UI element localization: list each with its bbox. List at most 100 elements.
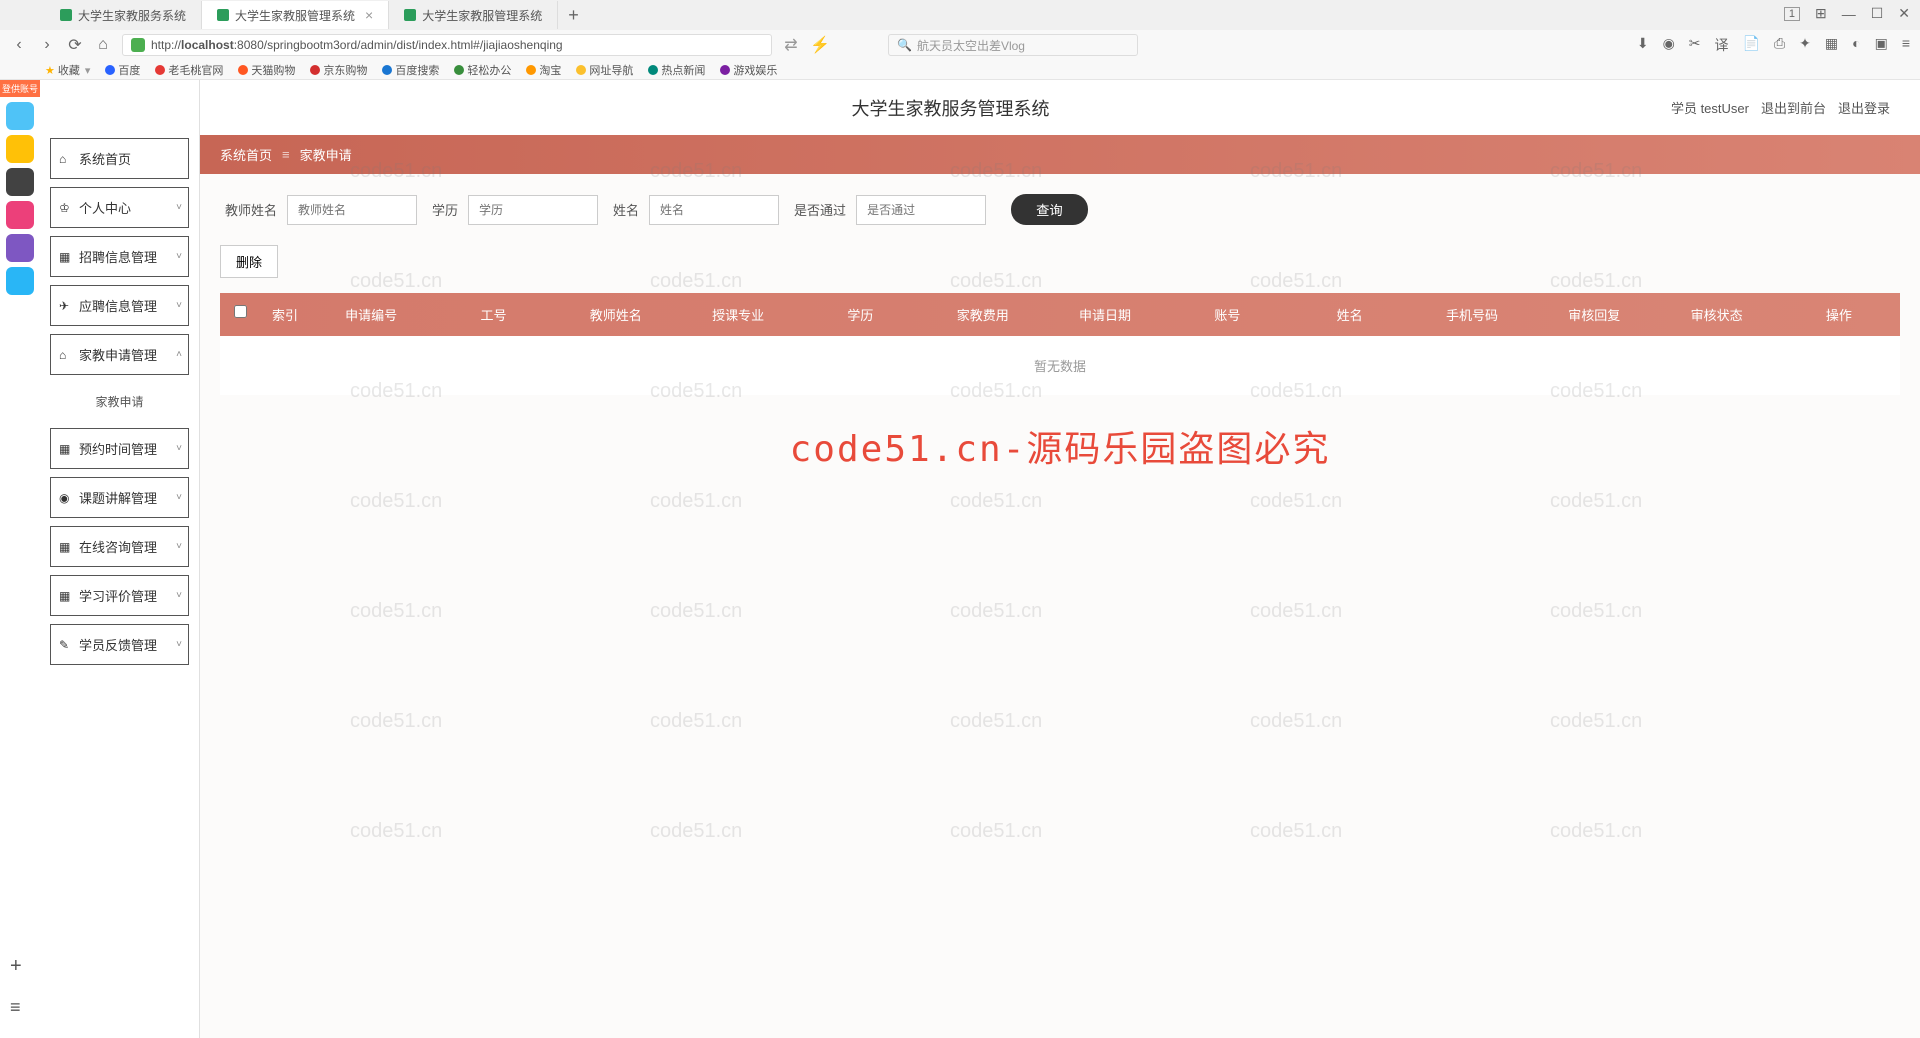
search-input[interactable]: 🔍 航天员太空出差Vlog	[888, 34, 1138, 56]
page-title: 大学生家教服务管理系统	[230, 95, 1671, 121]
data-table: 索引 申请编号 工号 教师姓名 授课专业 学历 家教费用 申请日期 账号 姓名 …	[220, 293, 1900, 395]
sidebar-item-label: 个人中心	[79, 198, 131, 217]
pin-icon: ◉	[59, 491, 73, 505]
sidebar-item-topic[interactable]: ◉课题讲解管理˅	[50, 477, 189, 518]
maximize-icon[interactable]: ☐	[1871, 5, 1884, 22]
screenshot-icon[interactable]: ⎙	[1774, 35, 1785, 55]
new-tab-button[interactable]: +	[558, 5, 589, 26]
sidebar-item-schedule[interactable]: ▦预约时间管理˅	[50, 428, 189, 469]
bookmark-item[interactable]: 天猫购物	[238, 62, 295, 78]
browser-tab[interactable]: 大学生家教服管理系统	[389, 1, 558, 29]
bookmark-item[interactable]: 百度	[105, 62, 140, 78]
teacher-name-input[interactable]	[287, 195, 417, 225]
add-dock-button[interactable]: +	[10, 955, 22, 978]
reload-icon[interactable]: ⟳	[66, 35, 84, 55]
bookmark-item[interactable]: 百度搜索	[382, 62, 439, 78]
sidebar-item-label: 应聘信息管理	[79, 296, 157, 315]
login-badge[interactable]: 登供账号	[0, 80, 40, 97]
close-icon[interactable]: ✕	[1898, 5, 1910, 22]
briefcase-icon: ⌂	[59, 348, 73, 362]
browser-tab-active[interactable]: 大学生家教服管理系统×	[202, 1, 389, 29]
home-icon[interactable]: ⌂	[94, 36, 112, 54]
passed-select[interactable]	[856, 195, 986, 225]
bookmark-item[interactable]: 热点新闻	[648, 62, 705, 78]
translate-icon[interactable]: ⇄	[782, 35, 800, 55]
site-icon	[454, 65, 464, 75]
sidebar-item-consult[interactable]: ▦在线咨询管理˅	[50, 526, 189, 567]
extensions-icon[interactable]: ⊞	[1815, 5, 1827, 22]
dock-item[interactable]	[6, 234, 34, 262]
bookmark-label: 淘宝	[539, 62, 561, 78]
menu-icon[interactable]: ≡	[1902, 35, 1910, 55]
os-dock: 登供账号	[0, 80, 40, 1038]
breadcrumb-home[interactable]: 系统首页	[220, 145, 272, 164]
translate-icon[interactable]: 译	[1715, 35, 1729, 55]
close-icon[interactable]: ×	[365, 7, 373, 23]
table-header-cell: 手机号码	[1411, 293, 1533, 336]
bookmark-label: 收藏	[58, 62, 80, 78]
dock-item[interactable]	[6, 168, 34, 196]
pdf-icon[interactable]: 📄	[1743, 35, 1760, 55]
sidebar-subitem-tutor-request[interactable]: 家教申请	[40, 383, 199, 420]
bookmark-label: 老毛桃官网	[168, 62, 223, 78]
browser-chrome: 大学生家教服务系统 大学生家教服管理系统× 大学生家教服管理系统 + 1 ⊞ —…	[0, 0, 1920, 80]
bookmark-item[interactable]: 京东购物	[310, 62, 367, 78]
name-input[interactable]	[649, 195, 779, 225]
dock-item[interactable]	[6, 267, 34, 295]
url-input[interactable]: http://localhost:8080/springbootm3ord/ad…	[122, 34, 772, 56]
sidebar-item-home[interactable]: ⌂系统首页	[50, 138, 189, 179]
site-icon	[155, 65, 165, 75]
bookmark-label: 百度搜索	[395, 62, 439, 78]
puzzle-icon[interactable]: ✦	[1799, 35, 1811, 55]
bookmark-item[interactable]: 游戏娱乐	[720, 62, 777, 78]
chevron-down-icon: ˅	[176, 202, 182, 213]
dock-menu-button[interactable]: ≡	[10, 997, 21, 1018]
browser-tab[interactable]: 大学生家教服务系统	[45, 1, 202, 29]
breadcrumb-current: 家教申请	[300, 145, 352, 164]
table-header-cell: 家教费用	[922, 293, 1044, 336]
dock-item[interactable]	[6, 102, 34, 130]
sidebar-item-label: 学习评价管理	[79, 586, 157, 605]
forward-icon[interactable]: ›	[38, 36, 56, 54]
favicon-icon	[217, 9, 229, 21]
scissors-icon[interactable]: ✂	[1689, 35, 1701, 55]
grid-icon[interactable]: ▦	[1825, 35, 1838, 55]
url-host: localhost	[181, 38, 234, 52]
grid-icon: ▦	[59, 540, 73, 554]
select-all-checkbox[interactable]	[220, 293, 260, 336]
color-icon[interactable]: ◐	[1852, 35, 1860, 55]
bookmark-item[interactable]: 轻松办公	[454, 62, 511, 78]
download-icon[interactable]: ⬇	[1637, 35, 1649, 55]
checkbox-input[interactable]	[234, 305, 247, 318]
sidebar-item-apply[interactable]: ✈应聘信息管理˅	[50, 285, 189, 326]
bookmark-label: 游戏娱乐	[733, 62, 777, 78]
tab-bar: 大学生家教服务系统 大学生家教服管理系统× 大学生家教服管理系统 + 1 ⊞ —…	[0, 0, 1920, 30]
flash-icon[interactable]: ⚡	[810, 35, 828, 55]
dock-item[interactable]	[6, 201, 34, 229]
delete-button[interactable]: 删除	[220, 245, 278, 278]
education-input[interactable]	[468, 195, 598, 225]
sidebar-item-review[interactable]: ▦学习评价管理˅	[50, 575, 189, 616]
minimize-icon[interactable]: —	[1842, 6, 1856, 22]
query-button[interactable]: 查询	[1011, 194, 1088, 225]
sidebar-item-feedback[interactable]: ✎学员反馈管理˅	[50, 624, 189, 665]
logout-link[interactable]: 退出登录	[1838, 98, 1890, 117]
bookmark-item[interactable]: 网址导航	[576, 62, 633, 78]
counter-icon[interactable]: 1	[1784, 7, 1800, 21]
table-header-cell: 学历	[799, 293, 921, 336]
sidebar-item-recruit[interactable]: ▦招聘信息管理˅	[50, 236, 189, 277]
table-header-cell: 审核状态	[1655, 293, 1777, 336]
sidebar-item-profile[interactable]: ♔个人中心˅	[50, 187, 189, 228]
sidebar-item-tutor-request[interactable]: ⌂家教申请管理˄	[50, 334, 189, 375]
bookmark-item[interactable]: 淘宝	[526, 62, 561, 78]
bookmark-item[interactable]: 老毛桃官网	[155, 62, 223, 78]
table-header-cell: 审核回复	[1533, 293, 1655, 336]
site-icon	[648, 65, 658, 75]
back-icon[interactable]: ‹	[10, 36, 28, 54]
bookmark-item[interactable]: ★收藏▾	[45, 62, 90, 78]
chevron-down-icon: ˅	[176, 639, 182, 650]
weibo-icon[interactable]: ◉	[1663, 35, 1675, 55]
gift-icon[interactable]: ▣	[1875, 35, 1888, 55]
exit-front-link[interactable]: 退出到前台	[1761, 98, 1826, 117]
dock-item[interactable]	[6, 135, 34, 163]
